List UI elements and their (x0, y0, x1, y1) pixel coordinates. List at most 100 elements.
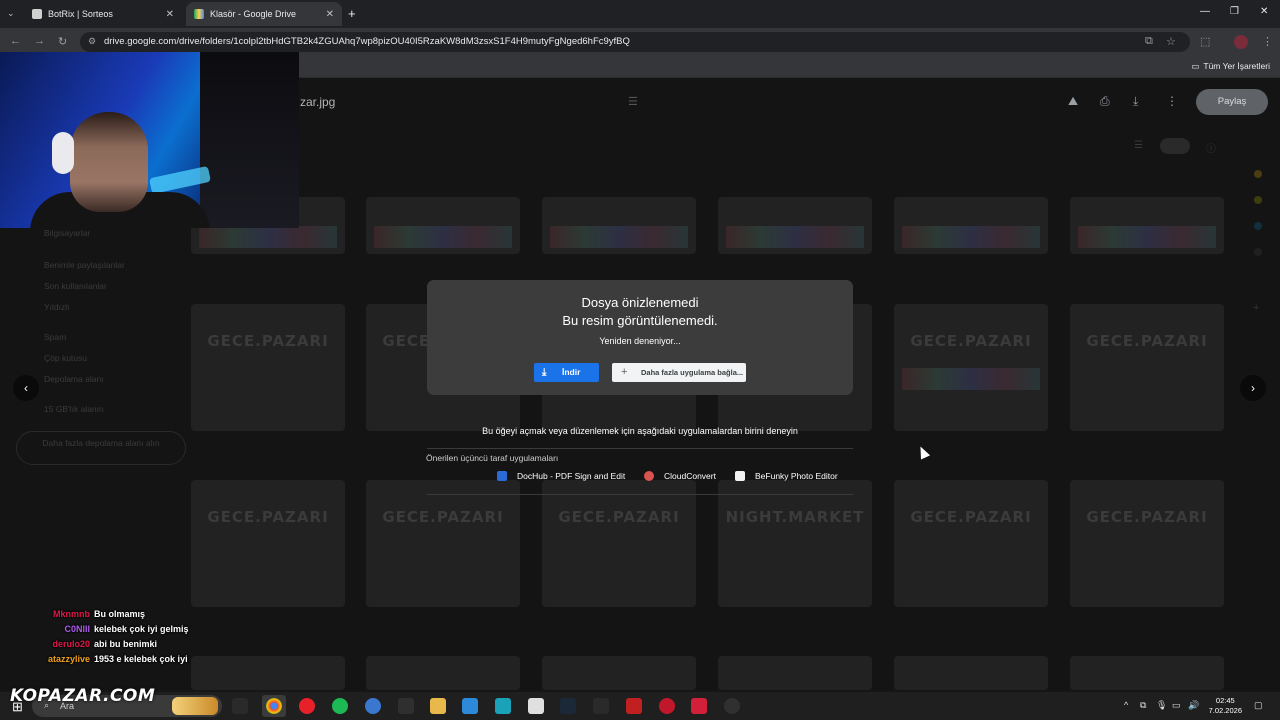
file-thumbnail[interactable]: GECE.PAZARI (366, 480, 520, 607)
file-thumbnail[interactable] (894, 656, 1048, 690)
app-icon[interactable] (495, 698, 511, 714)
file-thumbnail[interactable]: GECE.PAZARI (542, 480, 696, 607)
tab-search-icon[interactable]: ⌄ (7, 8, 15, 19)
share-button[interactable]: Paylaş (1196, 89, 1268, 115)
file-thumbnail[interactable] (542, 197, 696, 254)
volume-icon[interactable]: 🔊 (1188, 700, 1199, 711)
add-shortcut-icon[interactable]: ⛰ (1068, 94, 1078, 109)
obs-icon[interactable] (724, 698, 740, 714)
preview-error-dialog: Dosya önizlenemedi Bu resim görüntülenem… (427, 280, 853, 395)
add-addon-icon[interactable]: + (1253, 302, 1259, 314)
calendar-side-icon[interactable] (1254, 170, 1262, 178)
file-thumbnail[interactable] (542, 656, 696, 690)
minimize-icon[interactable]: — (1200, 6, 1210, 17)
steam-icon[interactable] (560, 698, 576, 714)
app-icon[interactable] (626, 698, 642, 714)
tray-app-icon[interactable]: ⧉ (1140, 700, 1146, 711)
network-icon[interactable]: ▭ (1172, 700, 1181, 711)
tab-google-drive[interactable]: Klasör - Google Drive ✕ (186, 2, 342, 26)
file-thumbnail[interactable]: GECE.PAZARI (894, 304, 1048, 431)
file-thumbnail[interactable]: GECE.PAZARI (1070, 480, 1224, 607)
restore-icon[interactable]: ❐ (1230, 6, 1239, 17)
app-befunky[interactable]: BeFunky Photo Editor (735, 471, 838, 481)
sidebar-item-computers[interactable]: Bilgisayarlar (16, 228, 186, 249)
thumbnail-watermark: GECE.PAZARI (207, 332, 329, 350)
download-icon[interactable]: ⤓ (1133, 94, 1138, 109)
thumbnail-watermark: GECE.PAZARI (1086, 508, 1208, 526)
forward-icon[interactable]: → (34, 35, 45, 47)
app-icon[interactable] (365, 698, 381, 714)
file-thumbnail[interactable] (718, 656, 872, 690)
list-view-icon[interactable]: ☰ (1134, 140, 1143, 151)
address-bar[interactable]: ⚙ drive.google.com/drive/folders/1colpl2… (80, 32, 1190, 52)
url-text: drive.google.com/drive/folders/1colpl2tb… (104, 36, 630, 47)
open-with-icon[interactable]: ☰ (628, 95, 638, 108)
app-icon[interactable] (398, 698, 414, 714)
spotify-icon[interactable] (332, 698, 348, 714)
file-thumbnail[interactable]: GECE.PAZARI (894, 480, 1048, 607)
app-dochub[interactable]: DocHub - PDF Sign and Edit (497, 471, 625, 481)
extensions-icon[interactable]: ⬚ (1200, 35, 1210, 48)
browser-tab-bar: ⌄ BotRix | Sorteos ✕ Klasör - Google Dri… (0, 0, 1280, 28)
file-thumbnail[interactable] (718, 197, 872, 254)
app-cloudconvert[interactable]: CloudConvert (644, 471, 716, 481)
file-thumbnail[interactable]: NIGHT.MARKET (718, 480, 872, 607)
details-info-icon[interactable]: ⓘ (1206, 140, 1216, 155)
sidebar-item-starred[interactable]: Yıldızlı (16, 302, 186, 323)
close-tab-icon[interactable]: ✕ (166, 9, 174, 20)
app-icon[interactable] (462, 698, 478, 714)
sidebar-item-shared[interactable]: Benimle paylaşılanlar (16, 260, 186, 281)
previous-file-button[interactable]: ‹ (13, 375, 39, 401)
tray-chevron-icon[interactable]: ^ (1124, 700, 1128, 710)
file-thumbnail[interactable] (1070, 197, 1224, 254)
download-button[interactable]: ⤓ İndir (534, 363, 599, 382)
close-window-icon[interactable]: ✕ (1260, 6, 1268, 17)
sidebar-item-recent[interactable]: Son kullanılanlar (16, 281, 186, 302)
profile-avatar[interactable] (1234, 35, 1248, 49)
system-clock[interactable]: 02:45 7.02.2026 (1209, 696, 1242, 716)
file-explorer-icon[interactable] (430, 698, 446, 714)
all-bookmarks-folder[interactable]: ▭ Tüm Yer İşaretleri (1191, 61, 1270, 72)
print-icon[interactable]: ⎙ (1100, 94, 1110, 109)
connect-more-apps-button[interactable]: + Daha fazla uygulama bağla... (612, 363, 746, 382)
sidebar-item-spam[interactable]: Spam (16, 332, 186, 353)
microphone-icon[interactable]: 🎙 (1156, 700, 1167, 711)
task-view-icon[interactable] (232, 698, 248, 714)
get-more-storage-button[interactable]: Daha fazla depolama alanı alın (16, 431, 186, 465)
file-thumbnail[interactable] (1070, 656, 1224, 690)
browser-menu-icon[interactable]: ⋮ (1262, 35, 1273, 48)
site-info-icon[interactable]: ⚙ (88, 36, 96, 47)
reload-icon[interactable]: ↻ (58, 35, 67, 48)
next-file-button[interactable]: › (1240, 375, 1266, 401)
file-thumbnail[interactable] (894, 197, 1048, 254)
sidebar-item-storage[interactable]: Depolama alanı (16, 374, 186, 395)
tasks-side-icon[interactable] (1254, 222, 1262, 230)
file-thumbnail[interactable] (366, 197, 520, 254)
keep-side-icon[interactable] (1254, 196, 1262, 204)
install-app-icon[interactable]: ⧉ (1145, 35, 1153, 48)
file-thumbnail[interactable] (366, 656, 520, 690)
app-icon[interactable] (691, 698, 707, 714)
opera-gx-icon[interactable] (299, 698, 315, 714)
more-actions-icon[interactable]: ⋮ (1166, 94, 1178, 108)
chat-text: 1953 e kelebek çok iyi (94, 654, 188, 664)
tab-botrix[interactable]: BotRix | Sorteos ✕ (24, 2, 182, 26)
search-highlight-icon (172, 697, 218, 715)
opera-icon[interactable] (659, 698, 675, 714)
connect-more-apps-label: Daha fazla uygulama bağla... (641, 368, 744, 377)
divider (427, 448, 853, 449)
file-thumbnail[interactable]: GECE.PAZARI (191, 304, 345, 431)
notifications-icon[interactable]: ▢ (1254, 700, 1263, 711)
back-icon[interactable]: ← (10, 35, 21, 47)
epic-games-icon[interactable] (593, 698, 609, 714)
close-tab-icon[interactable]: ✕ (326, 9, 334, 20)
grid-view-toggle[interactable] (1160, 138, 1190, 154)
chrome-icon (266, 698, 282, 714)
calculator-icon[interactable] (528, 698, 544, 714)
file-thumbnail[interactable]: GECE.PAZARI (191, 480, 345, 607)
bookmark-star-icon[interactable]: ☆ (1166, 35, 1176, 48)
new-tab-button[interactable]: + (348, 6, 356, 21)
contacts-side-icon[interactable] (1254, 248, 1262, 256)
file-thumbnail[interactable]: GECE.PAZARI (1070, 304, 1224, 431)
sidebar-item-trash[interactable]: Çöp kutusu (16, 353, 186, 374)
